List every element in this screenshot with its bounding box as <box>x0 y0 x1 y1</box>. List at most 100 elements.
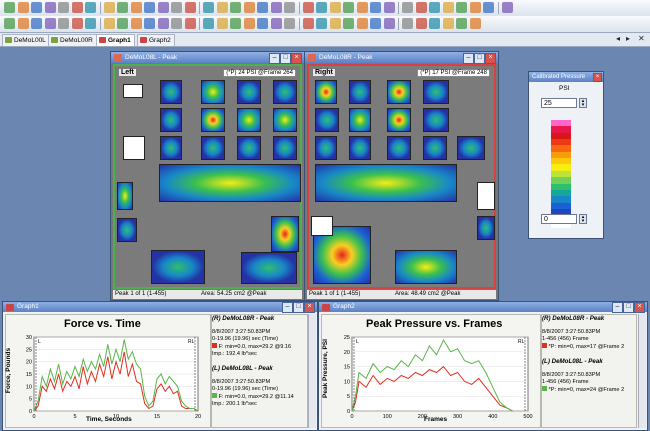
maximize-button[interactable]: □ <box>623 302 634 313</box>
toolbar-tool-icon[interactable] <box>17 2 29 13</box>
toolbar-tool-icon[interactable] <box>243 18 255 29</box>
toolbar-tool-icon[interactable] <box>329 18 341 29</box>
toolbar-tool-icon[interactable] <box>157 18 169 29</box>
toolbar-tool-icon[interactable] <box>243 2 255 13</box>
toolbar-tool-icon[interactable] <box>316 2 327 13</box>
minimize-button[interactable]: – <box>282 302 293 313</box>
toolbar-tool-icon[interactable] <box>501 2 513 13</box>
toolbar-tool-icon[interactable] <box>216 18 228 29</box>
close-button[interactable]: × <box>593 73 602 82</box>
toolbar-tool-icon[interactable] <box>442 2 454 13</box>
toolbar-tool-icon[interactable] <box>356 2 368 13</box>
toolbar-tool-icon[interactable] <box>71 18 83 29</box>
maximize-button[interactable]: □ <box>474 53 485 64</box>
tab-scroll-left-icon[interactable]: ◂ <box>616 34 620 43</box>
toolbar-tool-icon[interactable] <box>31 18 42 29</box>
toolbar-tool-icon[interactable] <box>58 18 69 29</box>
toolbar-tool-icon[interactable] <box>184 2 196 13</box>
toolbar-tool-icon[interactable] <box>216 2 228 13</box>
right-sensor-window[interactable]: DeMoL08R - Peak – □ × Right (*P) 17 PSI … <box>304 51 499 301</box>
toolbar-tool-icon[interactable] <box>130 2 142 13</box>
tab-graph1[interactable]: Graph1 <box>96 34 135 46</box>
toolbar-tool-icon[interactable] <box>456 18 467 29</box>
toolbar-tool-icon[interactable] <box>157 2 169 13</box>
toolbar-tool-icon[interactable] <box>316 18 327 29</box>
toolbar-tool-icon[interactable] <box>343 2 354 13</box>
tab-demol00l[interactable]: DeMoL00L <box>2 34 50 46</box>
close-button[interactable]: × <box>291 53 302 64</box>
toolbar-tool-icon[interactable] <box>429 18 440 29</box>
toolbar-tool-icon[interactable] <box>171 2 182 13</box>
maximize-button[interactable]: □ <box>280 53 291 64</box>
force-time-plot[interactable]: Force vs. Time Force, Pounds Time, Secon… <box>5 314 211 428</box>
toolbar-tool-icon[interactable] <box>284 2 295 13</box>
maximize-button[interactable]: □ <box>293 302 304 313</box>
toolbar-tool-icon[interactable] <box>117 2 128 13</box>
toolbar-tool-icon[interactable] <box>302 2 314 13</box>
toolbar-tool-icon[interactable] <box>302 18 314 29</box>
toolbar-tool-icon[interactable] <box>383 2 395 13</box>
toolbar-tool-icon[interactable] <box>402 18 413 29</box>
tab-demol00r[interactable]: DeMoL00R <box>48 34 97 46</box>
close-document-icon[interactable]: ✕ <box>638 34 645 43</box>
toolbar-tool-icon[interactable] <box>85 18 96 29</box>
toolbar-tool-icon[interactable] <box>230 18 241 29</box>
toolbar-tool-icon[interactable] <box>257 2 268 13</box>
toolbar-tool-icon[interactable] <box>469 18 481 29</box>
toolbar-tool-icon[interactable] <box>44 18 56 29</box>
tab-scroll-right-icon[interactable]: ▸ <box>626 34 630 43</box>
toolbar-tool-icon[interactable] <box>184 18 196 29</box>
pressure-legend-window[interactable]: Calibrated Pressure × PSI 25 ▴ ▾ 0 ▴ ▾ <box>528 71 604 239</box>
close-button[interactable]: × <box>485 53 496 64</box>
window-titlebar[interactable]: Graph1 <box>3 302 317 312</box>
close-button[interactable]: × <box>304 302 315 313</box>
peak-pressure-frames-plot[interactable]: Peak Pressure vs. Frames Peak Pressure, … <box>321 314 541 428</box>
toolbar-tool-icon[interactable] <box>230 2 241 13</box>
toolbar-tool-icon[interactable] <box>415 18 427 29</box>
toolbar-tool-icon[interactable] <box>383 18 395 29</box>
toolbar-tool-icon[interactable] <box>44 2 56 13</box>
toolbar-tool-icon[interactable] <box>329 2 341 13</box>
toolbar-tool-icon[interactable] <box>456 2 467 13</box>
toolbar-tool-icon[interactable] <box>144 18 155 29</box>
toolbar-tool-icon[interactable] <box>117 18 128 29</box>
toolbar-tool-icon[interactable] <box>442 18 454 29</box>
max-pressure-input[interactable]: 25 <box>541 98 577 108</box>
toolbar-tool-icon[interactable] <box>415 2 427 13</box>
info-scrollbar[interactable] <box>308 314 316 428</box>
toolbar-tool-icon[interactable] <box>469 2 481 13</box>
toolbar-tool-icon[interactable] <box>257 18 268 29</box>
toolbar-tool-icon[interactable] <box>270 18 282 29</box>
toolbar-tool-icon[interactable] <box>85 2 96 13</box>
toolbar-tool-icon[interactable] <box>429 2 440 13</box>
toolbar-tool-icon[interactable] <box>343 18 354 29</box>
min-pressure-spinner[interactable]: ▴ ▾ <box>579 214 587 224</box>
toolbar-tool-icon[interactable] <box>4 18 15 29</box>
pressure-map-left[interactable]: Left (*P) 24 PSI @Frame 264 <box>113 64 302 289</box>
min-pressure-input[interactable]: 0 <box>541 214 577 224</box>
graph2-window[interactable]: Graph2 – □ × Peak Pressure vs. Frames Pe… <box>318 301 648 431</box>
toolbar-tool-icon[interactable] <box>370 18 381 29</box>
tab-graph2[interactable]: Graph2 <box>137 34 175 46</box>
toolbar-tool-icon[interactable] <box>203 2 214 13</box>
toolbar-tool-icon[interactable] <box>284 18 295 29</box>
minimize-button[interactable]: – <box>463 53 474 64</box>
window-titlebar[interactable]: Graph2 <box>319 302 647 312</box>
left-sensor-window[interactable]: DeMoL08L - Peak – □ × Left (*P) 24 PSI @… <box>110 51 305 301</box>
toolbar-tool-icon[interactable] <box>4 2 15 13</box>
toolbar-tool-icon[interactable] <box>171 18 182 29</box>
toolbar-tool-icon[interactable] <box>402 2 413 13</box>
toolbar-tool-icon[interactable] <box>370 2 381 13</box>
legend-title[interactable]: Calibrated Pressure <box>529 72 603 82</box>
toolbar-tool-icon[interactable] <box>17 18 29 29</box>
minimize-button[interactable]: – <box>269 53 280 64</box>
toolbar-tool-icon[interactable] <box>203 18 214 29</box>
toolbar-tool-icon[interactable] <box>144 2 155 13</box>
toolbar-tool-icon[interactable] <box>58 2 69 13</box>
toolbar-tool-icon[interactable] <box>103 2 115 13</box>
minimize-button[interactable]: – <box>612 302 623 313</box>
toolbar-tool-icon[interactable] <box>103 18 115 29</box>
toolbar-tool-icon[interactable] <box>71 2 83 13</box>
toolbar-tool-icon[interactable] <box>31 2 42 13</box>
toolbar-tool-icon[interactable] <box>270 2 282 13</box>
